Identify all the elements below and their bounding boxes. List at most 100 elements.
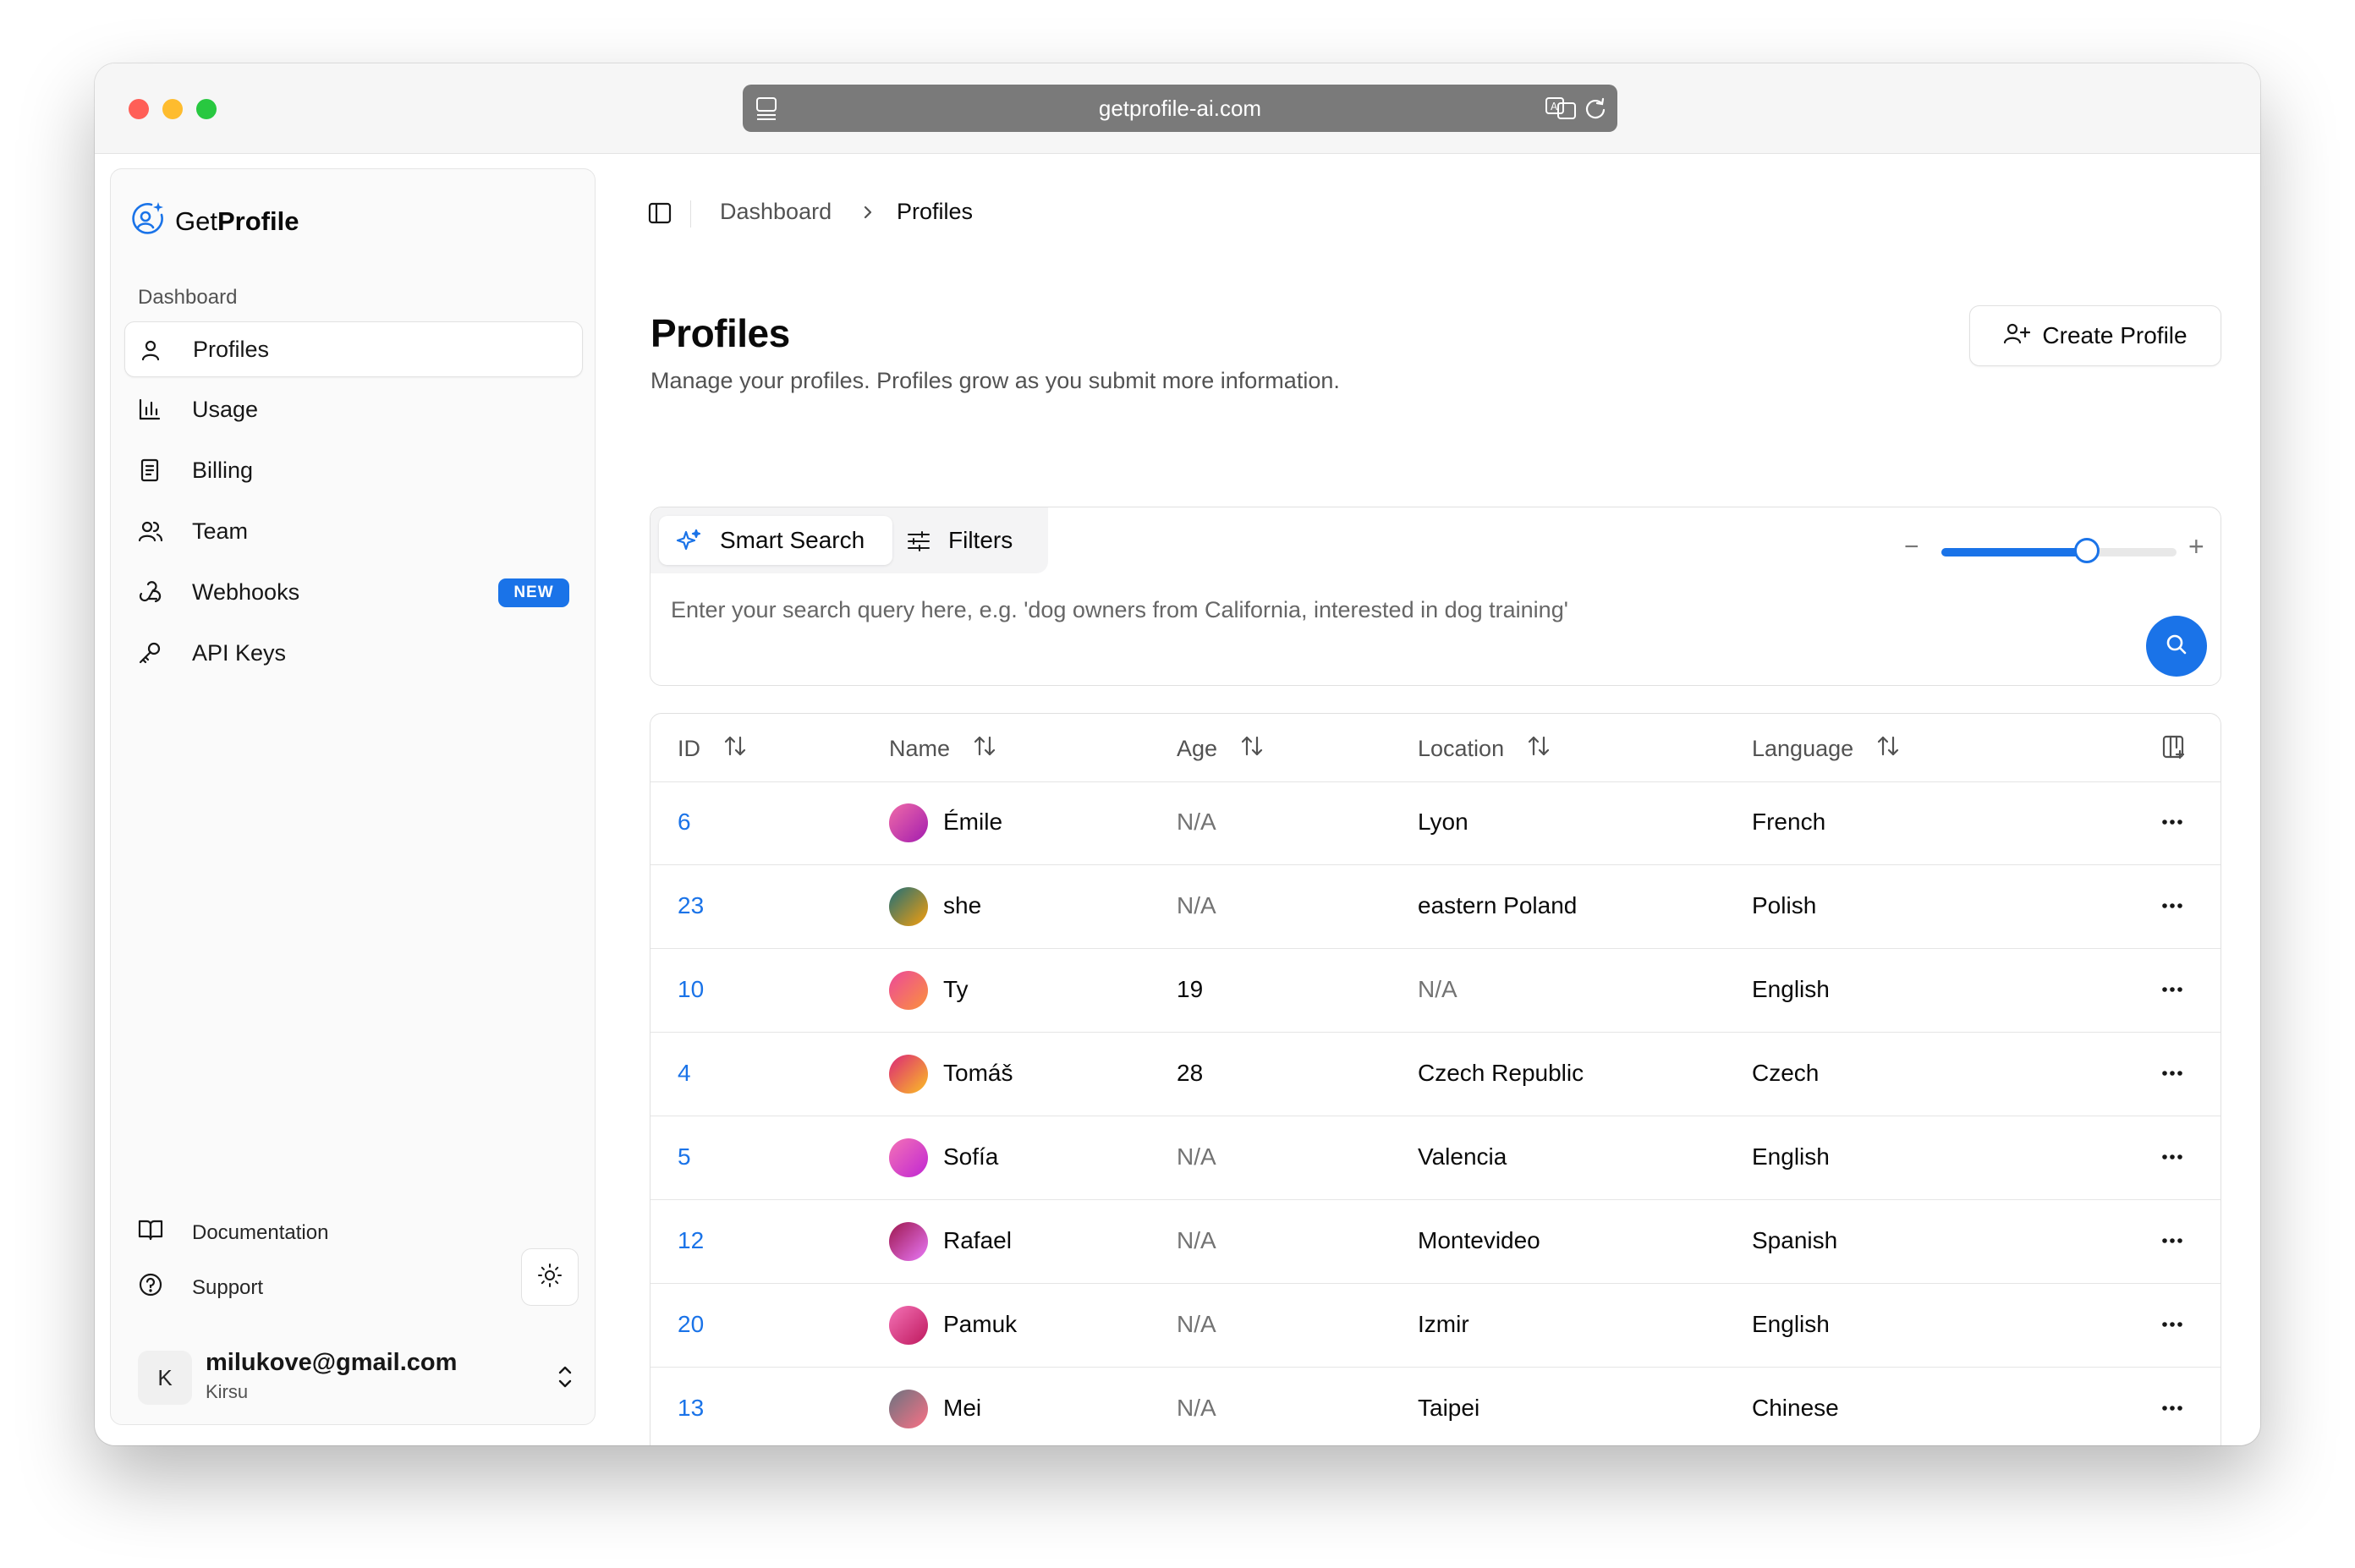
more-options-icon[interactable] <box>2160 1065 2185 1086</box>
sidebar-item-team[interactable]: Team <box>124 503 583 559</box>
main-content: Dashboard Profiles Profiles Manage your … <box>596 153 2260 1445</box>
reload-icon[interactable] <box>1584 96 1607 127</box>
brand-name: GetProfile <box>175 206 299 236</box>
breadcrumb-dashboard[interactable]: Dashboard <box>720 199 832 225</box>
sliders-icon <box>906 529 931 560</box>
profiles-table: ID Name Age Location Language 6 Émile N/… <box>650 713 2221 1445</box>
breadcrumb-divider <box>690 200 691 228</box>
create-profile-button[interactable]: Create Profile <box>1969 305 2221 366</box>
sidebar-tab-icon[interactable] <box>755 96 778 127</box>
user-menu[interactable]: K milukove@gmail.com Kirsu <box>138 1349 572 1405</box>
profile-id-link[interactable]: 5 <box>678 1143 691 1171</box>
profile-id-link[interactable]: 20 <box>678 1311 704 1338</box>
cell-name: Ty <box>943 976 969 1002</box>
user-plus-icon <box>2003 321 2031 351</box>
url-text[interactable]: getprofile-ai.com <box>1099 96 1261 122</box>
profile-id-link[interactable]: 23 <box>678 892 704 919</box>
more-options-icon[interactable] <box>2160 1232 2185 1253</box>
tab-smart-search-label: Smart Search <box>720 527 865 553</box>
column-header-language[interactable]: Language <box>1752 734 1901 764</box>
sparkles-icon <box>676 529 701 560</box>
new-badge: NEW <box>498 578 569 607</box>
cell-language: French <box>1752 809 1826 835</box>
search-submit-button[interactable] <box>2146 616 2207 677</box>
table-row[interactable]: 5 Sofía N/A Valencia English <box>651 1116 2221 1200</box>
cell-age: N/A <box>1177 892 1216 918</box>
column-header-id[interactable]: ID <box>678 734 748 764</box>
profile-id-link[interactable]: 13 <box>678 1395 704 1422</box>
search-input[interactable] <box>671 589 2092 631</box>
cell-location: Taipei <box>1418 1395 1480 1421</box>
brand-logo[interactable]: GetProfile <box>129 200 299 244</box>
profile-avatar <box>889 1138 928 1177</box>
maximize-window-button[interactable] <box>196 99 217 119</box>
profile-id-link[interactable]: 10 <box>678 976 704 1003</box>
sidebar-item-label: Webhooks <box>192 578 300 605</box>
table-row[interactable]: 13 Mei N/A Taipei Chinese <box>651 1368 2221 1445</box>
help-circle-icon <box>138 1272 163 1303</box>
browser-window: getprofile-ai.com A GetProfile Dashboard… <box>95 63 2260 1445</box>
minimize-window-button[interactable] <box>162 99 183 119</box>
cell-language: English <box>1752 1311 1830 1337</box>
sidebar-item-billing[interactable]: Billing <box>124 442 583 498</box>
result-slider[interactable] <box>1941 538 2177 563</box>
sort-icon[interactable] <box>722 734 748 764</box>
sidebar-toggle-icon[interactable] <box>647 200 672 230</box>
sidebar-item-webhooks[interactable]: Webhooks NEW <box>124 564 583 620</box>
documentation-link[interactable]: Documentation <box>138 1218 328 1247</box>
profile-avatar <box>889 1390 928 1428</box>
sort-icon[interactable] <box>1526 734 1551 764</box>
breadcrumb-profiles: Profiles <box>897 199 974 224</box>
column-header-location[interactable]: Location <box>1418 734 1551 764</box>
more-options-icon[interactable] <box>2160 814 2185 835</box>
sort-icon[interactable] <box>972 734 997 764</box>
table-row[interactable]: 4 Tomáš 28 Czech Republic Czech <box>651 1033 2221 1116</box>
address-bar[interactable]: getprofile-ai.com A <box>743 85 1617 132</box>
cell-location: N/A <box>1418 976 1457 1002</box>
create-profile-label: Create Profile <box>2042 322 2188 348</box>
profile-id-link[interactable]: 12 <box>678 1227 704 1254</box>
cell-language: English <box>1752 1143 1830 1170</box>
columns-toggle-icon[interactable] <box>2161 734 2187 764</box>
sidebar-item-usage[interactable]: Usage <box>124 381 583 437</box>
chevron-up-down-icon[interactable] <box>554 1362 576 1395</box>
profile-id-link[interactable]: 6 <box>678 809 691 836</box>
table-row[interactable]: 20 Pamuk N/A Izmir English <box>651 1284 2221 1368</box>
table-row[interactable]: 23 she N/A eastern Poland Polish <box>651 865 2221 949</box>
column-header-name[interactable]: Name <box>889 734 997 764</box>
table-row[interactable]: 6 Émile N/A Lyon French <box>651 781 2221 865</box>
close-window-button[interactable] <box>129 99 149 119</box>
more-options-icon[interactable] <box>2160 1316 2185 1337</box>
support-link[interactable]: Support <box>138 1272 263 1303</box>
table-row[interactable]: 12 Rafael N/A Montevideo Spanish <box>651 1200 2221 1284</box>
more-options-icon[interactable] <box>2160 1400 2185 1421</box>
slider-decrease[interactable]: − <box>1904 533 1919 562</box>
cell-name: Rafael <box>943 1227 1012 1253</box>
translate-icon[interactable]: A <box>1545 96 1577 126</box>
column-header-age[interactable]: Age <box>1177 734 1265 764</box>
cell-name: Tomáš <box>943 1060 1013 1086</box>
cell-name: Émile <box>943 809 1003 835</box>
slider-increase[interactable]: + <box>2188 531 2204 562</box>
profile-avatar <box>889 1055 928 1094</box>
slider-handle[interactable] <box>2074 538 2100 563</box>
sort-icon[interactable] <box>1239 734 1265 764</box>
tab-smart-search[interactable]: Smart Search <box>659 516 892 565</box>
theme-toggle-button[interactable] <box>521 1248 579 1306</box>
chevron-right-icon <box>859 202 876 227</box>
cell-location: Izmir <box>1418 1311 1469 1337</box>
key-icon <box>138 641 162 671</box>
sidebar-item-api-keys[interactable]: API Keys <box>124 625 583 681</box>
cell-name: Pamuk <box>943 1311 1018 1337</box>
sidebar-item-label: Usage <box>192 396 259 422</box>
more-options-icon[interactable] <box>2160 897 2185 918</box>
profile-id-link[interactable]: 4 <box>678 1060 691 1087</box>
sidebar-item-profiles[interactable]: Profiles <box>124 321 583 377</box>
table-row[interactable]: 10 Ty 19 N/A English <box>651 949 2221 1033</box>
tab-filters[interactable]: Filters <box>906 516 1041 565</box>
cell-name: Sofía <box>943 1143 999 1170</box>
more-options-icon[interactable] <box>2160 981 2185 1002</box>
sort-icon[interactable] <box>1875 734 1901 764</box>
cell-location: Lyon <box>1418 809 1468 835</box>
more-options-icon[interactable] <box>2160 1149 2185 1170</box>
